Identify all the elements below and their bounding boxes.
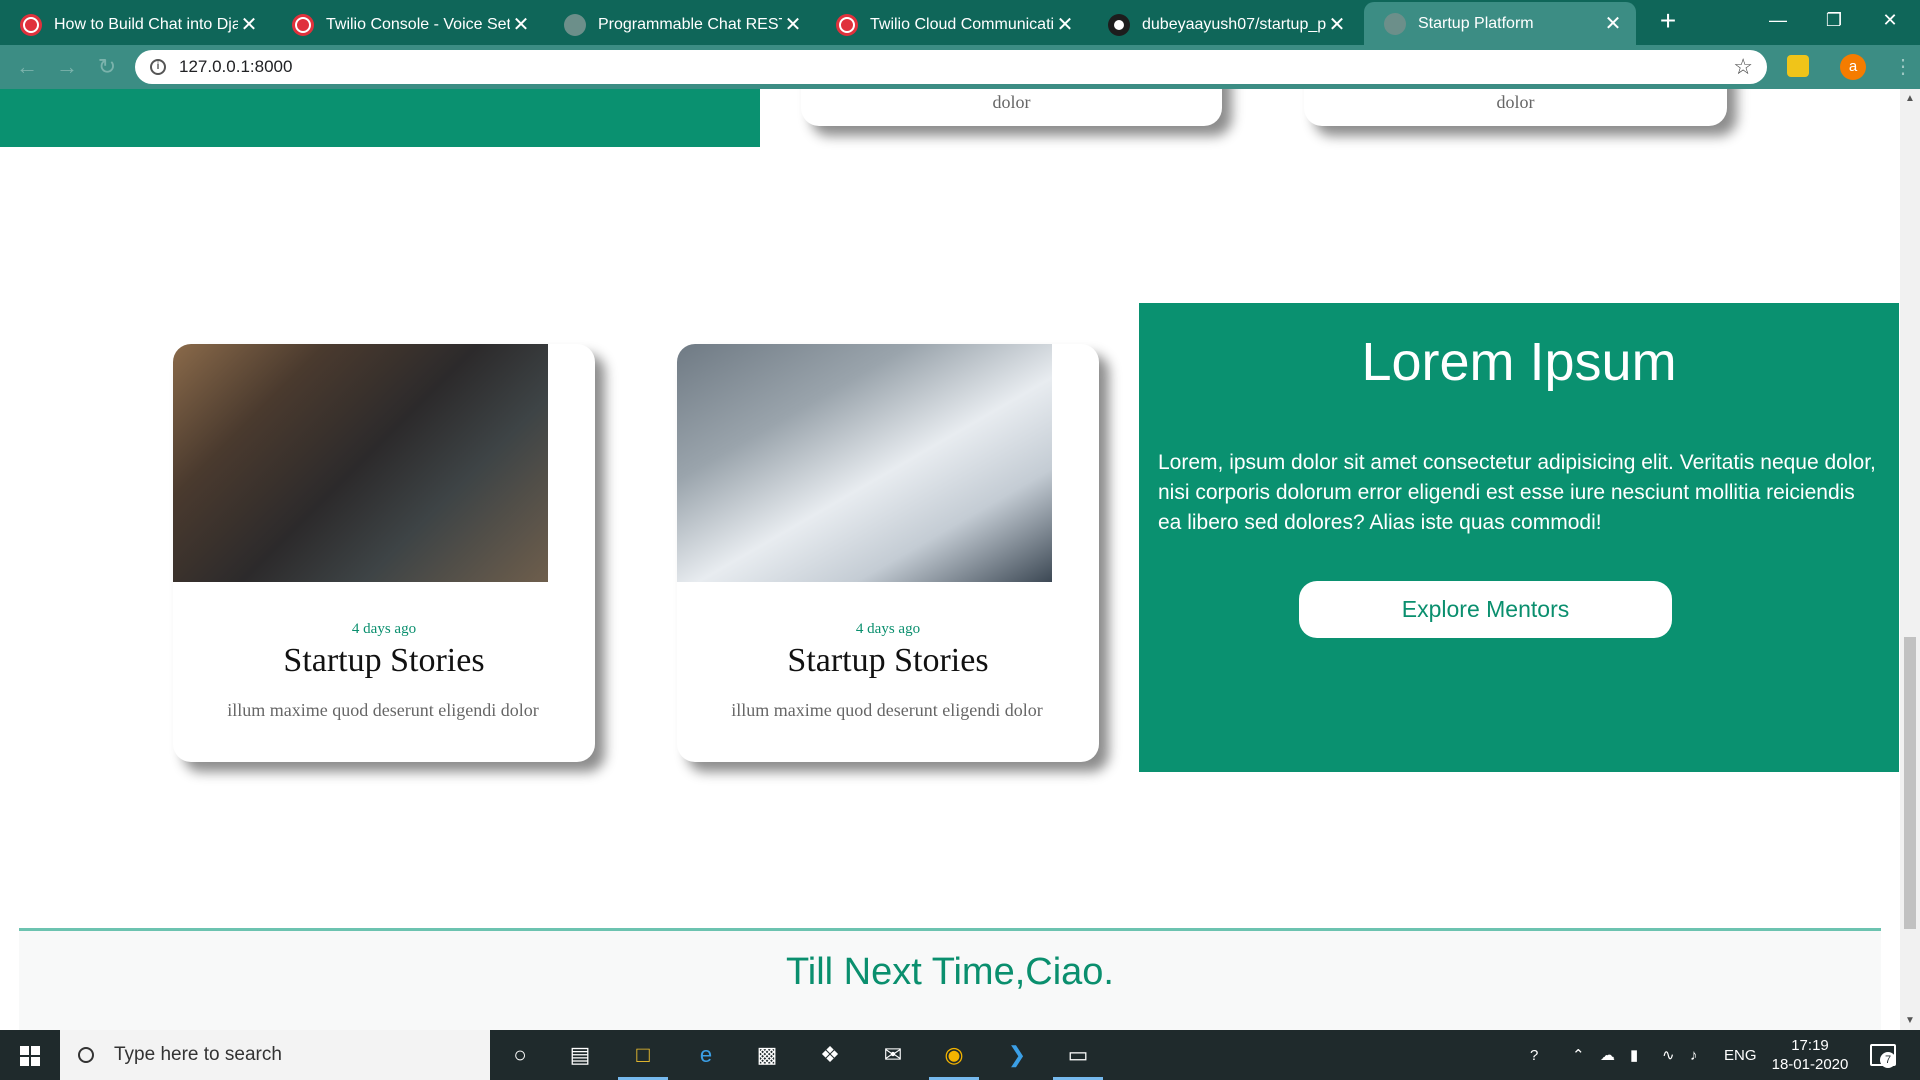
tab-title: Programmable Chat REST AP [598,15,782,33]
url-text[interactable]: 127.0.0.1:8000 [179,57,292,77]
mentors-promo-panel: Lorem Ipsum Lorem, ipsum dolor sit amet … [1139,303,1899,772]
scrollbar-thumb[interactable] [1904,637,1916,929]
close-tab-icon[interactable]: ✕ [1602,11,1624,36]
more-menu-icon[interactable]: ⋮ [1893,54,1913,79]
dropbox-icon[interactable]: ❖ [810,1038,850,1072]
close-tab-icon[interactable]: ✕ [1054,12,1076,37]
tab-programmable-chat[interactable]: Programmable Chat REST AP ✕ [544,4,816,45]
clock-time: 17:19 [1791,1037,1829,1054]
tab-twilio-cloud[interactable]: Twilio Cloud Communication ✕ [816,4,1088,45]
blog-card-partial[interactable]: dolor [1304,89,1727,126]
tab-startup-platform[interactable]: Startup Platform ✕ [1364,2,1636,45]
promo-text: Lorem, ipsum dolor sit amet consectetur … [1158,451,1876,534]
cortana-icon[interactable]: ○ [500,1038,540,1072]
scroll-up-icon[interactable]: ▲ [1900,93,1920,104]
footer-text: Till Next Time,Ciao. [786,951,1114,993]
blog-card[interactable]: 4 days ago Startup Stories illum maxime … [173,344,595,762]
globe-icon [1384,12,1406,35]
chrome-icon[interactable]: ◉ [929,1038,979,1080]
blog-card[interactable]: 4 days ago Startup Stories illum maxime … [677,344,1099,762]
card-title[interactable]: Startup Stories [677,642,1099,680]
card-body: illum maxime quod deserunt eligendi dolo… [731,700,1043,720]
tab-how-to-build-chat[interactable]: How to Build Chat into Djang ✕ [0,4,272,45]
card-body: dolor [992,92,1031,112]
close-window-icon[interactable]: ✕ [1862,0,1918,40]
scroll-down-icon[interactable]: ▼ [1900,1015,1920,1026]
tab-title: How to Build Chat into Djang [54,15,238,33]
notification-count-badge: 7 [1880,1052,1896,1068]
card-body: dolor [1496,92,1535,112]
close-tab-icon[interactable]: ✕ [1326,12,1348,37]
github-icon [1108,13,1130,36]
globe-icon [564,13,586,36]
language-indicator[interactable]: ENG [1724,1030,1757,1080]
explore-mentors-button[interactable]: Explore Mentors [1299,581,1672,638]
mail-icon[interactable]: ✉ [873,1038,913,1072]
tab-title: Startup Platform [1418,14,1534,32]
volume-icon[interactable]: ♪ [1690,1030,1698,1080]
terminal-icon[interactable]: ▭ [1053,1038,1103,1080]
taskbar-search-input[interactable]: Type here to search [60,1030,490,1080]
reload-icon[interactable]: ↻ [94,54,120,80]
address-bar[interactable]: i 127.0.0.1:8000 ☆ [135,50,1767,84]
card-date: 4 days ago [855,621,921,637]
profile-avatar[interactable]: a [1840,54,1866,80]
back-arrow-icon[interactable]: ← [14,54,40,80]
start-button[interactable] [0,1030,60,1080]
battery-icon[interactable]: ▮ [1630,1030,1638,1080]
help-icon[interactable]: ? [1530,1030,1538,1080]
show-hidden-icons-icon[interactable]: ⌃ [1572,1030,1585,1080]
twilio-icon [836,13,858,36]
store-icon[interactable]: ▩ [747,1038,787,1072]
windows-taskbar: Type here to search ○ ▤ □ e ▩ ❖ ✉ ◉ ❯ ▭ … [0,1030,1920,1080]
browser-toolbar: ← → ↻ i 127.0.0.1:8000 ☆ a ⋮ [0,45,1920,89]
bookmark-star-icon[interactable]: ☆ [1733,54,1753,80]
team-laptops-image [173,344,548,582]
blog-card-partial[interactable]: dolor [801,89,1222,126]
tab-twilio-console[interactable]: Twilio Console - Voice Setting ✕ [272,4,544,45]
tab-title: Twilio Console - Voice Setting [326,15,510,33]
minimize-icon[interactable]: — [1750,0,1806,40]
footer: Till Next Time,Ciao. [19,931,1881,1030]
twilio-icon [20,13,42,36]
clock[interactable]: 17:19 18-01-2020 [1760,1036,1860,1074]
card-body: illum maxime quod deserunt eligendi dolo… [227,700,539,720]
close-tab-icon[interactable]: ✕ [510,12,532,37]
extension-icon[interactable] [1787,55,1809,77]
search-placeholder: Type here to search [114,1044,282,1065]
search-icon [78,1047,94,1063]
vscode-icon[interactable]: ❯ [997,1038,1037,1072]
file-explorer-icon[interactable]: □ [618,1038,668,1080]
notebook-pencil-image [677,344,1052,582]
green-banner [0,89,760,147]
promo-heading: Lorem Ipsum [1361,332,1677,392]
twilio-icon [292,13,314,36]
edge-icon[interactable]: e [686,1038,726,1072]
close-tab-icon[interactable]: ✕ [782,12,804,37]
tab-github-repo[interactable]: dubeyaayush07/startup_platf ✕ [1088,4,1360,45]
restore-icon[interactable]: ❐ [1806,0,1862,40]
card-date: 4 days ago [351,621,417,637]
clock-date: 18-01-2020 [1771,1056,1849,1073]
task-view-icon[interactable]: ▤ [560,1038,600,1072]
info-icon[interactable]: i [150,59,166,75]
page-scrollbar[interactable]: ▲ ▼ [1900,89,1920,1030]
page-content: dolor dolor 4 days ago Startup Stories i… [0,89,1900,1030]
new-tab-button[interactable]: + [1653,7,1683,37]
wifi-icon[interactable]: ∿ [1662,1030,1675,1080]
tab-title: dubeyaayush07/startup_platf [1142,15,1326,33]
close-tab-icon[interactable]: ✕ [238,12,260,37]
windows-logo-icon [20,1046,40,1066]
card-title[interactable]: Startup Stories [173,642,595,680]
onedrive-icon[interactable]: ☁ [1600,1030,1615,1080]
browser-tab-strip: How to Build Chat into Djang ✕ Twilio Co… [0,0,1920,45]
forward-arrow-icon[interactable]: → [54,54,80,80]
tab-title: Twilio Cloud Communication [870,15,1054,33]
